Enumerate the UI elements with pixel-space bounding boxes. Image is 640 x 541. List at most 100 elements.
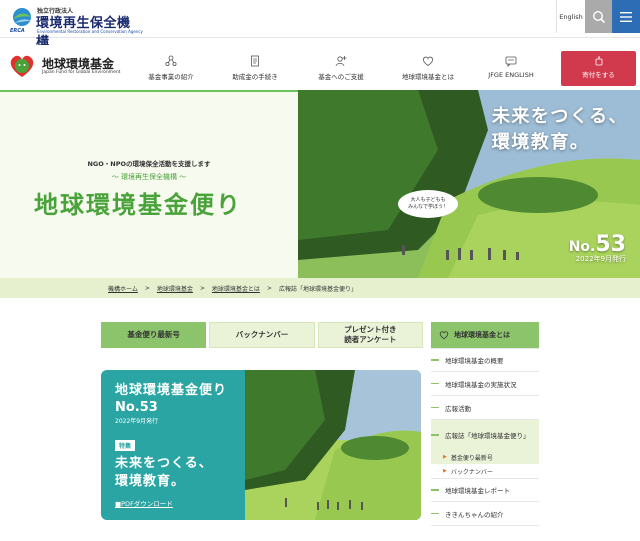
pdf-download-link[interactable]: ■PDFダウンロード [115,498,173,508]
latest-issue-card[interactable]: 地球環境基金便り No.53 2022年9月発行 特集 未来をつくる、 環境教育… [101,370,421,520]
sidebar-item-mascot[interactable]: ききんちゃんの紹介 [431,502,539,526]
sidebar-item-label: ききんちゃんの紹介 [445,510,504,519]
card-photo [245,370,421,520]
nav-item-label: 基金へのご支援 [318,73,364,81]
sidebar-item-report[interactable]: 地球環境基金レポート [431,478,539,502]
sidebar-subitem-label: 基金便り最新号 [450,454,493,462]
nav-item-label: 地球環境基金とは [402,73,454,81]
nav-item-support[interactable]: 基金へのご支援 [318,55,364,87]
top-bar: 独立行政法人 環境再生保全機構 ERCA Environmental Resto… [0,0,640,50]
content-tabs: 基金便り最新号 バックナンバー プレゼント付き 読者アンケート [101,322,423,348]
donate-label: 寄付をする [582,71,615,79]
person-plus-icon [335,56,347,67]
piggy-bank-icon [595,56,602,66]
network-icon [165,55,177,67]
dash-icon [431,382,439,385]
org-name-en: Environmental Restoration and Conservati… [37,29,143,34]
hero-title-panel: NGO・NPOの環境保全活動を支援します ～ 環境再生保全機構 ～ 地球環境基金… [0,90,298,278]
sidebar-item-label: 地球環境基金レポート [445,487,510,495]
card-title-block: 地球環境基金便り No.53 2022年9月発行 [115,379,227,425]
tab-back-numbers[interactable]: バックナンバー [209,322,315,348]
dash-icon [431,489,439,491]
feature-tag: 特集 [115,440,136,451]
org-abbr: ERCA [10,28,25,34]
donate-button[interactable]: 寄付をする [561,51,636,86]
breadcrumb-separator: > [266,284,272,292]
chat-icon [505,56,517,67]
sidebar-item-pr[interactable]: 広報活動 [431,396,539,420]
fund-name-en: Japan Fund for Global Environment [42,70,121,75]
sidebar-item-status[interactable]: 地球環境基金の実施状況 [431,372,539,396]
dash-icon [431,434,439,436]
card-date: 2022年9月発行 [115,418,159,425]
tab-latest-issue[interactable]: 基金便り最新号 [101,322,207,348]
issue-prefix: No. [568,239,596,255]
feature-title: 未来をつくる、 環境教育。 [115,455,213,491]
breadcrumb-separator: > [199,284,205,292]
dash-icon [431,359,439,361]
top-utility-links: English [556,0,640,33]
triangle-right-icon: ▶ [443,454,447,460]
sidebar-item-label: 広報活動 [445,404,471,413]
issue-date: 2022年9月発行 [575,255,626,263]
sidebar-item-label: 広報誌「地球環境基金便り」 [445,432,530,440]
hero-headline: 未来をつくる、 環境教育。 [492,104,628,156]
dash-icon [431,406,439,409]
feature-title-line-1: 未来をつくる、 [115,456,213,471]
fund-navigation: 地球環境基金 Japan Fund for Global Environment… [0,45,640,90]
sidebar: 地球環境基金とは 地球環境基金の概要 地球環境基金の実施状況 広報活動 広報誌「… [431,322,539,526]
nav-item-about[interactable]: 地球環境基金とは [402,55,454,87]
breadcrumb-home[interactable]: 機構ホーム [108,284,138,293]
sidebar-subitem-backnumbers[interactable]: ▶ バックナンバー [431,464,539,478]
nav-item-programs[interactable]: 基金事業の紹介 [148,55,194,87]
card-issue: No.53 [115,400,158,415]
triangle-right-icon: ▶ [443,468,447,474]
dash-icon [431,512,439,515]
erca-mark-icon [13,8,31,26]
hero-banner: NGO・NPOの環境保全活動を支援します ～ 環境再生保全機構 ～ 地球環境基金… [0,90,640,278]
heart-icon [423,56,433,66]
sidebar-item-label: 地球環境基金の概要 [445,357,504,365]
hero-title: 地球環境基金便り [34,191,242,219]
hamburger-menu-icon [620,11,632,22]
breadcrumb-about[interactable]: 地球環境基金とは [212,284,260,293]
search-icon [592,10,605,23]
english-link[interactable]: English [556,0,585,33]
breadcrumb-current: 広報誌「地球環境基金便り」 [278,285,357,293]
bubble-line-1: 大人も子どもも [410,197,446,203]
bubble-line-2: みんなで学ぼう！ [407,204,448,210]
nav-item-label: 助成金の手続き [232,73,278,81]
erca-logo[interactable]: 独立行政法人 環境再生保全機構 ERCA Environmental Resto… [10,5,143,50]
hero-lead: NGO・NPOの環境保全活動を支援します [87,160,211,168]
hero-org: ～ 環境再生保全機構 ～ [111,173,187,181]
sidebar-subitem-latest[interactable]: ▶ 基金便り最新号 [431,450,539,464]
sidebar-subitem-label: バックナンバー [450,468,493,476]
breadcrumb-separator: > [144,284,150,292]
nav-item-label: 基金事業の紹介 [148,73,194,81]
sidebar-item-label: 地球環境基金の実施状況 [445,380,517,389]
nav-item-english[interactable]: JFGE ENGLISH [488,55,534,87]
menu-button[interactable] [612,0,640,33]
fund-logo[interactable]: 地球環境基金 Japan Fund for Global Environment [6,51,126,81]
hero-issue: No.53 2022年9月発行 [569,232,626,264]
tab-survey-line-2: 読者アンケート [344,335,397,344]
breadcrumb-fund[interactable]: 地球環境基金 [157,284,193,293]
sidebar-item-overview[interactable]: 地球環境基金の概要 [431,348,539,372]
speech-bubble: 大人も子どもも みんなで学ぼう！ [398,190,458,218]
document-icon [251,55,259,67]
sidebar-item-newsletter[interactable]: 広報誌「地球環境基金便り」 [431,420,539,450]
hero-headline-line-1: 未来をつくる、 [491,106,628,127]
tab-survey-line-1: プレゼント付き [344,325,397,334]
tab-reader-survey[interactable]: プレゼント付き 読者アンケート [317,322,423,348]
nav-item-label: JFGE ENGLISH [488,71,534,79]
search-button[interactable] [585,0,612,33]
hero-photo: 未来をつくる、 環境教育。 大人も子どもも みんなで学ぼう！ No.53 202… [298,90,640,278]
nav-item-grants[interactable]: 助成金の手続き [232,55,278,87]
sidebar-heading-label: 地球環境基金とは [454,331,510,339]
fund-mascot-icon [10,55,34,77]
hero-headline-line-2: 環境教育。 [491,132,590,153]
card-title: 地球環境基金便り [115,383,228,398]
sidebar-heading[interactable]: 地球環境基金とは [431,322,539,348]
feature-title-line-2: 環境教育。 [115,474,186,489]
breadcrumb: 機構ホーム > 地球環境基金 > 地球環境基金とは > 広報誌「地球環境基金便り… [0,278,640,298]
